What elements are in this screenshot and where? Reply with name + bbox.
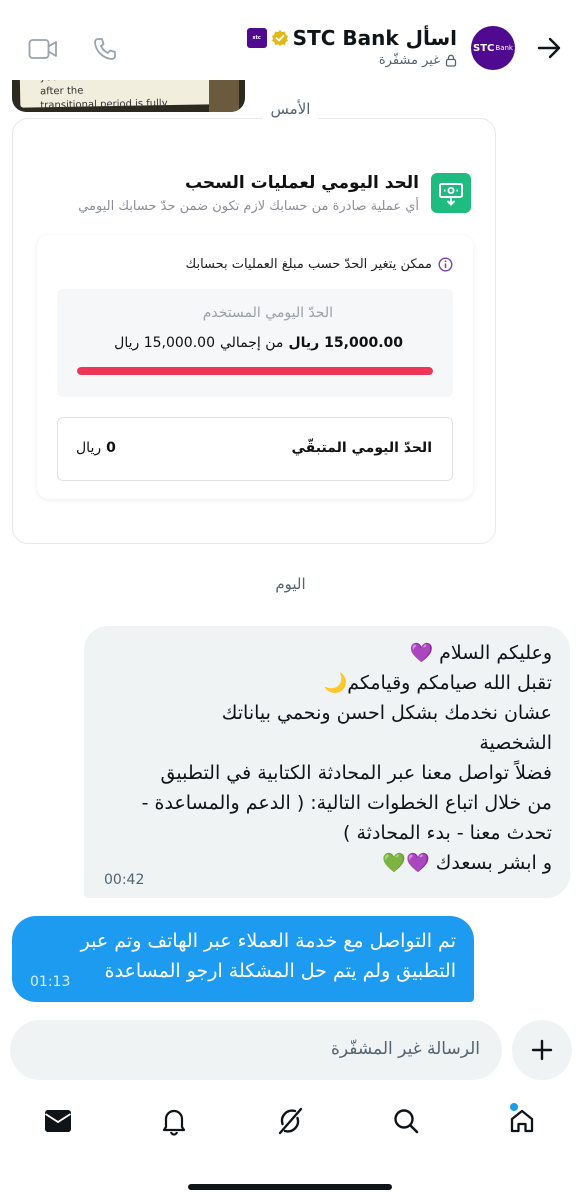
- used-of-label: من إجمالي: [219, 335, 284, 351]
- message-line: من خلال اتباع الخطوات التالية: ( الدعم و…: [141, 792, 552, 814]
- phone-icon: [94, 38, 116, 60]
- card-subtitle: أي عملية صادرة من حسابك لازم تكون ضمن حد…: [78, 199, 419, 214]
- date-separator: الأمس: [0, 98, 581, 120]
- home-indicator[interactable]: [188, 1184, 392, 1190]
- remaining-amount: 0: [106, 440, 116, 456]
- card-title: الحد اليومي لعمليات السحب: [184, 173, 419, 193]
- limit-info-note: ممكن يتغير الحدّ حسب مبلغ العمليات بحساب…: [186, 257, 453, 272]
- verified-badge-icon: [271, 30, 288, 46]
- message-line: وعليكم السلام 💜: [409, 642, 552, 664]
- chat-title-row[interactable]: اسأل STC Bank stc: [246, 26, 457, 50]
- withdrawal-limit-card: الحد اليومي لعمليات السحب أي عملية صادرة…: [12, 118, 496, 544]
- video-call-button[interactable]: [28, 38, 58, 60]
- call-button[interactable]: [92, 36, 118, 62]
- arrow-right-icon: [537, 37, 561, 59]
- tab-search[interactable]: [389, 1104, 423, 1138]
- info-icon: [438, 257, 453, 272]
- message-line: فضلاً تواصل معنا عبر المحادثة الكتابية ف…: [160, 762, 552, 784]
- outgoing-message[interactable]: تم التواصل مع خدمة العملاء عبر الهاتف وت…: [12, 916, 474, 1002]
- message-line: تحدث معنا - بدء المحادثة ): [343, 822, 552, 844]
- used-limit-progress: [77, 367, 433, 375]
- withdraw-icon-tile: [431, 173, 471, 213]
- used-limit-progress-fill: [77, 367, 433, 375]
- tab-messages[interactable]: [41, 1104, 75, 1138]
- message-line: عشان نخدمك بشكل احسن ونحمي بياناتك: [221, 702, 552, 724]
- tab-grok[interactable]: [273, 1104, 307, 1138]
- message-line: التطبيق ولم يتم حل المشكلة ارجو المساعدة: [104, 960, 456, 982]
- used-limit-box: الحدّ اليومي المستخدم 15,000.00 ريال من …: [57, 289, 453, 397]
- encryption-status: غير مشفّرة: [379, 53, 457, 68]
- plus-icon: [531, 1039, 553, 1061]
- avatar[interactable]: STC Bank: [471, 26, 515, 70]
- avatar-text: STC: [473, 42, 495, 54]
- incoming-message-text: وعليكم السلام 💜 تقبل الله صيامكم وقيامكم…: [102, 638, 552, 878]
- remaining-limit-label: الحدّ اليومي المتبقّي: [291, 440, 432, 456]
- date-label-today: اليوم: [261, 573, 320, 595]
- incoming-message-time: 00:42: [104, 872, 145, 888]
- remaining-currency: ريال: [76, 440, 102, 456]
- home-notification-dot: [510, 1103, 518, 1111]
- incoming-message[interactable]: وعليكم السلام 💜 تقبل الله صيامكم وقيامكم…: [84, 626, 570, 898]
- outgoing-message-time: 01:13: [30, 974, 71, 990]
- messages-icon: [45, 1110, 71, 1132]
- tab-notifications[interactable]: [157, 1104, 191, 1138]
- encryption-label: غير مشفّرة: [378, 53, 440, 68]
- chat-header: STC Bank اسأل STC Bank stc غير مشفّرة: [0, 0, 581, 80]
- attach-button[interactable]: [512, 1020, 572, 1080]
- outgoing-message-text: تم التواصل مع خدمة العملاء عبر الهاتف وت…: [30, 926, 456, 986]
- grok-icon: [278, 1107, 303, 1135]
- message-input[interactable]: الرسالة غير المشفّرة: [10, 1020, 502, 1080]
- used-limit-values: 15,000.00 ريال من إجمالي 15,000.00 ريال: [114, 335, 403, 351]
- used-amount: 15,000.00: [324, 335, 403, 351]
- video-camera-icon: [28, 39, 57, 59]
- message-input-placeholder: الرسالة غير المشفّرة: [331, 1039, 480, 1059]
- message-line: تقبل الله صيامكم وقيامكم🌙: [323, 672, 552, 694]
- home-icon: [510, 1109, 534, 1133]
- remaining-limit-value: 0 ريال: [76, 440, 116, 456]
- bottom-tab-bar: [0, 1096, 581, 1156]
- back-button[interactable]: [535, 34, 563, 62]
- date-separator: اليوم: [0, 573, 581, 595]
- limit-info-text: ممكن يتغير الحدّ حسب مبلغ العمليات بحساب…: [185, 257, 432, 272]
- message-line: تم التواصل مع خدمة العملاء عبر الهاتف وت…: [80, 930, 456, 952]
- limit-details-panel: ممكن يتغير الحدّ حسب مبلغ العمليات بحساب…: [37, 235, 473, 499]
- avatar-small-text: Bank: [495, 44, 513, 52]
- notifications-icon: [162, 1109, 186, 1136]
- date-label-yesterday: الأمس: [256, 98, 325, 120]
- cash-withdraw-icon: [439, 183, 463, 206]
- message-line: و ابشر بسعدك 💜💚: [382, 852, 552, 874]
- search-icon: [394, 1109, 419, 1134]
- brand-badge: stc: [246, 28, 267, 48]
- used-limit-label: الحدّ اليومي المستخدم: [202, 305, 333, 321]
- lock-icon: [445, 54, 457, 67]
- message-line: الشخصية: [479, 732, 552, 754]
- chat-title: اسأل STC Bank: [292, 26, 457, 50]
- used-total: 15,000.00 ريال: [114, 335, 215, 351]
- used-currency: ريال: [288, 335, 320, 351]
- remaining-limit-box: الحدّ اليومي المتبقّي 0 ريال: [57, 417, 453, 481]
